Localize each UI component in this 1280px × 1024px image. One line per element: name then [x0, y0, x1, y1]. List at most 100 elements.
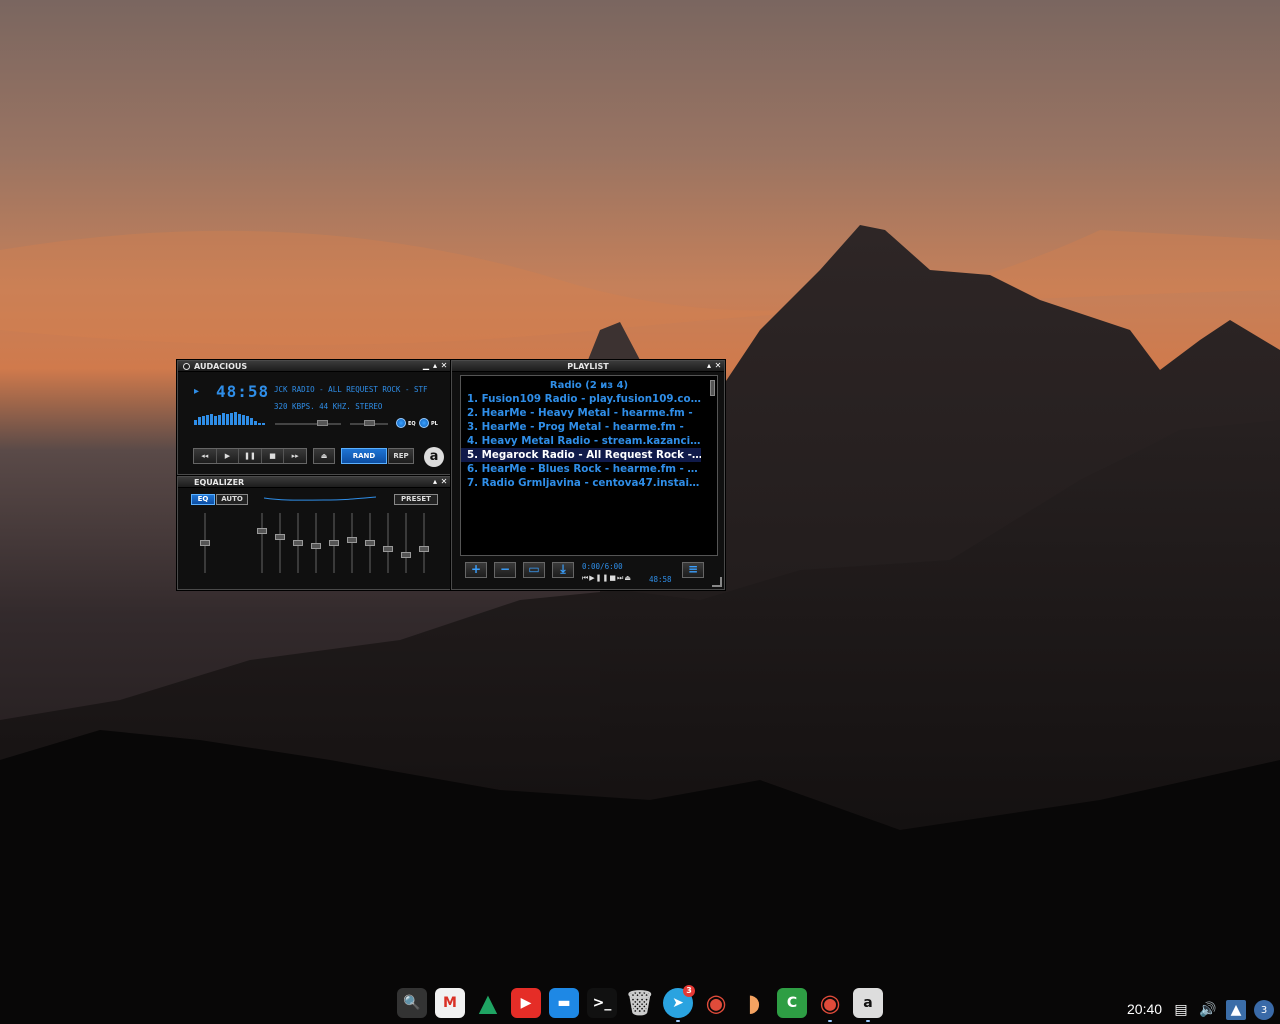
playlist-elapsed: 48:58	[649, 575, 672, 584]
playlist-item[interactable]: 5. Megarock Radio - All Request Rock -…	[461, 448, 701, 462]
previous-button[interactable]: ◂◂	[194, 449, 217, 463]
terminal-icon[interactable]: >_	[587, 988, 617, 1018]
stop-button[interactable]: ■	[262, 449, 285, 463]
eq-auto-button[interactable]: AUTO	[216, 494, 248, 505]
network-icon[interactable]: ▤	[1171, 1000, 1191, 1020]
eq-band-slider[interactable]	[383, 513, 393, 573]
pl-toggle-label: PL	[431, 421, 438, 427]
main-title: AUDACIOUS	[194, 362, 248, 371]
resize-grip-icon[interactable]	[712, 577, 722, 587]
playlist-item[interactable]: 4. Heavy Metal Radio - stream.kazanci…	[461, 434, 701, 448]
eq-band-slider[interactable]	[293, 513, 303, 573]
eq-slider-knob[interactable]	[200, 540, 210, 546]
play-button[interactable]: ▶	[217, 449, 240, 463]
next-button[interactable]: ▸▸	[284, 449, 306, 463]
volume-slider[interactable]	[275, 423, 341, 425]
equalizer-titlebar[interactable]: EQUALIZER ▴ ✕	[178, 477, 450, 488]
eq-slider-knob[interactable]	[347, 537, 357, 543]
trash-icon[interactable]: 🗑	[625, 988, 655, 1018]
eq-slider-knob[interactable]	[275, 534, 285, 540]
eq-enable-button[interactable]: EQ	[191, 494, 215, 505]
chrome-icon[interactable]: ◉	[701, 988, 731, 1018]
eq-preamp-slider[interactable]	[200, 513, 210, 573]
eq-band-slider[interactable]	[365, 513, 375, 573]
launcher-search-icon[interactable]: 🔍	[397, 988, 427, 1018]
playlist-misc-button[interactable]: ⤓	[552, 562, 574, 578]
user-avatar[interactable]: ▲	[1226, 1000, 1246, 1020]
playlist-select-button[interactable]: ▭	[523, 562, 545, 578]
playlist-close-button[interactable]: ✕	[714, 361, 722, 371]
visualizer[interactable]	[194, 409, 270, 425]
playlist-list[interactable]: Radio (2 из 4) 1. Fusion109 Radio - play…	[460, 375, 718, 556]
eq-band-slider[interactable]	[347, 513, 357, 573]
playlist-add-button[interactable]: +	[465, 562, 487, 578]
balance-slider-knob[interactable]	[364, 420, 375, 426]
shuffle-button[interactable]: RAND	[341, 448, 387, 464]
google-drive-icon[interactable]: ▲	[473, 988, 503, 1018]
youtube-icon[interactable]: ▶	[511, 988, 541, 1018]
eq-band-slider[interactable]	[275, 513, 285, 573]
playlist-remove-button[interactable]: −	[494, 562, 516, 578]
repeat-button[interactable]: REP	[388, 448, 414, 464]
playlist-item[interactable]: 7. Radio Grmljavina - centova47.instai…	[461, 476, 701, 490]
playlist-item[interactable]: 3. HearMe - Prog Metal - hearme.fm -	[461, 420, 701, 434]
eq-slider-knob[interactable]	[257, 528, 267, 534]
eq-slider-knob[interactable]	[419, 546, 429, 552]
telegram-badge: 3	[683, 985, 695, 997]
melon-icon[interactable]: ◗	[739, 988, 769, 1018]
playlist-title: PLAYLIST	[567, 362, 609, 371]
equalizer-title: EQUALIZER	[194, 478, 245, 487]
time-display[interactable]: 48:58	[216, 382, 269, 401]
playlist-position: 0:00/6:00	[582, 562, 623, 571]
equalizer-window: EQUALIZER ▴ ✕ EQ AUTO PRESET	[177, 476, 451, 590]
minimize-button[interactable]: ▁	[422, 361, 430, 371]
volume-icon[interactable]: 🔊	[1198, 1000, 1218, 1020]
eq-band-slider[interactable]	[257, 513, 267, 573]
files-icon[interactable]: ▬	[549, 988, 579, 1018]
playlist-item[interactable]: 1. Fusion109 Radio - play.fusion109.co…	[461, 392, 701, 406]
audacious-icon[interactable]: a	[853, 988, 883, 1018]
eject-button[interactable]: ⏏	[313, 448, 335, 464]
pause-button[interactable]: ❚❚	[239, 449, 262, 463]
playlist-item[interactable]: 2. HearMe - Heavy Metal - hearme.fm -	[461, 406, 701, 420]
telegram-icon[interactable]: ➤ 3	[663, 985, 695, 1018]
running-indicator	[866, 1020, 870, 1022]
play-status-icon: ▸	[194, 386, 200, 397]
eq-band-slider[interactable]	[419, 513, 429, 573]
playlist-item[interactable]: 6. HearMe - Blues Rock - hearme.fm - …	[461, 462, 701, 476]
eq-close-button[interactable]: ✕	[440, 477, 448, 487]
playlist-titlebar[interactable]: PLAYLIST ▴ ✕	[452, 361, 724, 372]
playlist-shade-button[interactable]: ▴	[705, 361, 713, 371]
notification-count: 3	[1260, 1004, 1268, 1016]
eq-band-slider[interactable]	[329, 513, 339, 573]
main-titlebar[interactable]: AUDACIOUS ▁ ▴ ✕	[178, 361, 450, 372]
pl-toggle-button[interactable]	[419, 418, 429, 428]
green-app-icon[interactable]: C	[777, 988, 807, 1018]
player-display: ▸ 48:58 JCK RADIO - ALL REQUEST ROCK - S…	[188, 381, 446, 451]
playlist-mini-controls[interactable]: ⏮▶❚❚■⏭⏏	[582, 574, 632, 583]
eq-band-slider[interactable]	[401, 513, 411, 573]
chrome-2-icon[interactable]: ◉	[815, 988, 845, 1018]
song-title-ticker[interactable]: JCK RADIO - ALL REQUEST ROCK - STF	[274, 385, 442, 394]
eq-shade-button[interactable]: ▴	[431, 477, 439, 487]
audacious-about-icon[interactable]: a	[424, 447, 444, 467]
eq-slider-knob[interactable]	[401, 552, 411, 558]
eq-slider-knob[interactable]	[365, 540, 375, 546]
stream-info: 320 KBPS. 44 KHZ. STEREO	[274, 402, 383, 411]
eq-toggle-button[interactable]	[396, 418, 406, 428]
shade-button[interactable]: ▴	[431, 361, 439, 371]
playlist-scrollbar[interactable]	[710, 380, 715, 396]
eq-slider-knob[interactable]	[383, 546, 393, 552]
eq-slider-knob[interactable]	[311, 543, 321, 549]
eq-slider-knob[interactable]	[293, 540, 303, 546]
audacious-menu-icon[interactable]	[183, 363, 190, 370]
gmail-icon[interactable]: M	[435, 988, 465, 1018]
clock[interactable]: 20:40	[1127, 1001, 1162, 1017]
notification-icon[interactable]: 3	[1254, 1000, 1274, 1020]
close-button[interactable]: ✕	[440, 361, 448, 371]
playlist-list-button[interactable]: ≡	[682, 562, 704, 578]
volume-slider-knob[interactable]	[317, 420, 328, 426]
eq-preset-button[interactable]: PRESET	[394, 494, 438, 505]
eq-slider-knob[interactable]	[329, 540, 339, 546]
eq-band-slider[interactable]	[311, 513, 321, 573]
